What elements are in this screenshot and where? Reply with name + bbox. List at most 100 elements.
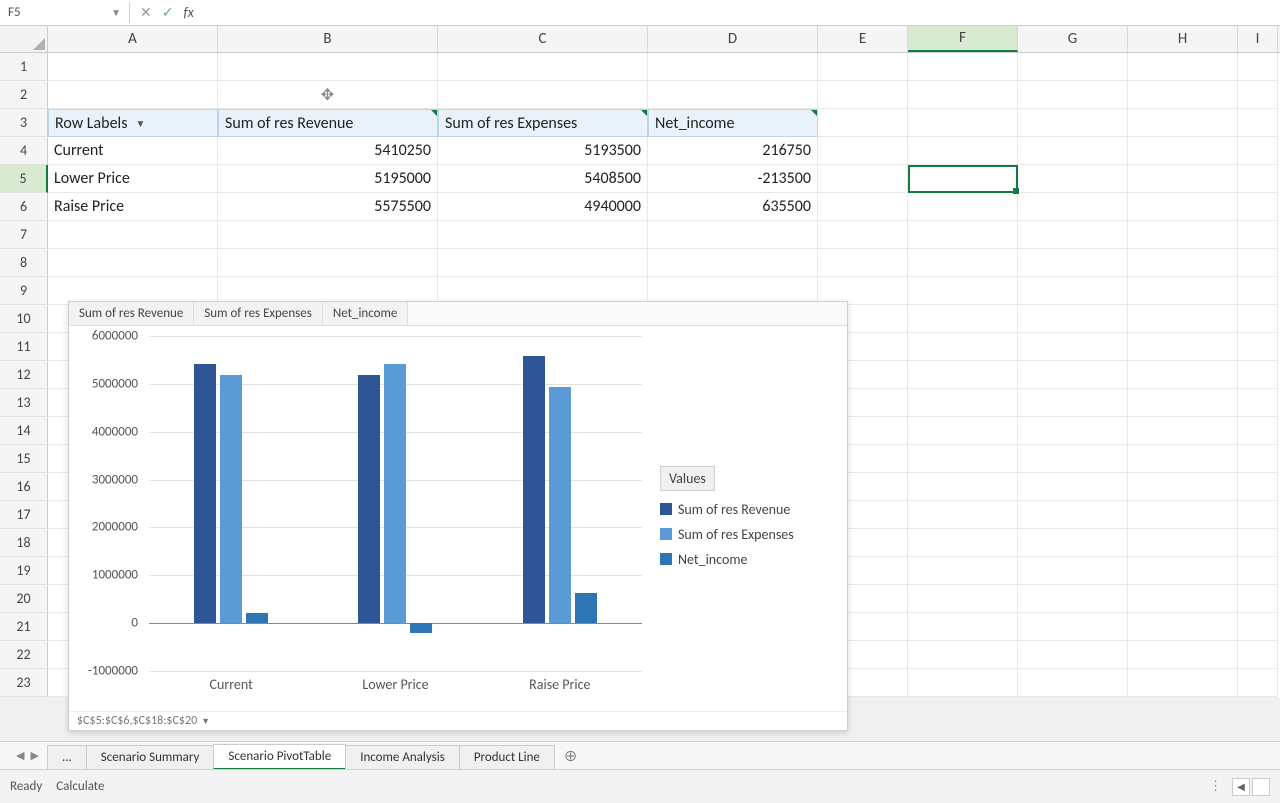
cell[interactable] (438, 53, 648, 81)
cell[interactable] (1128, 585, 1238, 613)
add-sheet-icon[interactable]: ⊕ (554, 746, 587, 766)
row-header[interactable]: 1 (0, 53, 48, 81)
cell[interactable] (818, 109, 908, 137)
cell[interactable] (818, 193, 908, 221)
cell[interactable] (1128, 249, 1238, 277)
pivot-value[interactable]: 5408500 (438, 165, 648, 193)
cell[interactable] (908, 53, 1018, 81)
pivot-value[interactable]: 216750 (648, 137, 818, 165)
cell[interactable] (908, 109, 1018, 137)
cell[interactable] (1018, 333, 1128, 361)
cell[interactable] (1238, 137, 1278, 165)
status-calculate[interactable]: Calculate (56, 779, 104, 794)
cell[interactable] (1018, 445, 1128, 473)
row-header[interactable]: 8 (0, 249, 48, 277)
pivot-value[interactable]: 5575500 (218, 193, 438, 221)
cell[interactable] (818, 249, 908, 277)
row-header[interactable]: 23 (0, 669, 48, 697)
pivot-value[interactable]: 4940000 (438, 193, 648, 221)
cell[interactable] (1128, 445, 1238, 473)
bar[interactable] (194, 364, 216, 623)
pivot-row-label[interactable]: Lower Price (48, 165, 218, 193)
bar[interactable] (384, 364, 406, 623)
cell[interactable] (648, 249, 818, 277)
cell[interactable] (908, 669, 1018, 697)
cell[interactable] (1128, 669, 1238, 697)
cell[interactable] (1238, 221, 1278, 249)
cell[interactable] (48, 221, 218, 249)
cell[interactable] (908, 613, 1018, 641)
cell[interactable] (1018, 501, 1128, 529)
cell[interactable] (438, 81, 648, 109)
cell[interactable] (1238, 641, 1278, 669)
legend-item[interactable]: Net_income (660, 547, 839, 572)
cell[interactable] (1018, 165, 1128, 193)
cell[interactable] (648, 53, 818, 81)
cell[interactable] (908, 221, 1018, 249)
cell[interactable] (1238, 333, 1278, 361)
cell[interactable]: ✥ (218, 81, 438, 109)
cell[interactable] (1238, 193, 1278, 221)
bar[interactable] (523, 356, 545, 623)
row-header[interactable]: 22 (0, 641, 48, 669)
pivot-row-labels-header[interactable]: Row Labels ▼ (48, 109, 218, 137)
row-header[interactable]: 18 (0, 529, 48, 557)
cell[interactable] (1018, 473, 1128, 501)
sheet-tab[interactable]: Income Analysis (345, 745, 460, 769)
bar[interactable] (410, 623, 432, 633)
chart-field-button[interactable]: Sum of res Expenses (194, 302, 323, 325)
cell[interactable] (818, 165, 908, 193)
cell[interactable] (908, 417, 1018, 445)
chevron-down-icon[interactable]: ▼ (135, 117, 145, 130)
pivot-row-label[interactable]: Raise Price (48, 193, 218, 221)
cell[interactable] (908, 361, 1018, 389)
cell[interactable] (908, 585, 1018, 613)
cell[interactable] (1128, 613, 1238, 641)
cell[interactable] (1128, 333, 1238, 361)
col-header-H[interactable]: H (1128, 26, 1238, 52)
bar[interactable] (246, 613, 268, 623)
row-header[interactable]: 11 (0, 333, 48, 361)
scroll-left-icon[interactable]: ◀ (1232, 778, 1250, 796)
pivot-col-header[interactable]: Sum of res Revenue (218, 109, 438, 137)
cell[interactable] (908, 529, 1018, 557)
cell[interactable] (1018, 669, 1128, 697)
cell[interactable] (648, 81, 818, 109)
bar[interactable] (549, 387, 571, 623)
pivot-value[interactable]: 5195000 (218, 165, 438, 193)
cell[interactable] (908, 473, 1018, 501)
cell[interactable] (1238, 417, 1278, 445)
pivot-value[interactable]: 5410250 (218, 137, 438, 165)
cell[interactable] (1238, 81, 1278, 109)
cell[interactable] (1128, 81, 1238, 109)
legend-item[interactable]: Sum of res Expenses (660, 522, 839, 547)
pivot-value[interactable]: 635500 (648, 193, 818, 221)
row-header[interactable]: 14 (0, 417, 48, 445)
cell[interactable] (908, 445, 1018, 473)
cell[interactable] (1128, 501, 1238, 529)
cell[interactable] (1238, 109, 1278, 137)
cell[interactable] (1238, 585, 1278, 613)
cell[interactable] (908, 277, 1018, 305)
row-header[interactable]: 12 (0, 361, 48, 389)
cell[interactable] (1128, 361, 1238, 389)
cell[interactable] (1238, 305, 1278, 333)
plot-area[interactable]: 6000000 5000000 4000000 3000000 2000000 … (69, 326, 652, 711)
cell[interactable] (908, 501, 1018, 529)
chart-axis-field-button[interactable]: $C$5:$C$6,$C$18:$C$20 ▼ (69, 711, 847, 730)
col-header-I[interactable]: I (1238, 26, 1278, 52)
cell[interactable] (1128, 641, 1238, 669)
col-header-E[interactable]: E (818, 26, 908, 52)
pivot-col-header[interactable]: Net_income (648, 109, 818, 137)
sheet-tab[interactable]: ... (47, 745, 87, 769)
row-header[interactable]: 6 (0, 193, 48, 221)
pivot-value[interactable]: 5193500 (438, 137, 648, 165)
cell[interactable] (1238, 669, 1278, 697)
chevron-down-icon[interactable]: ▼ (111, 6, 121, 19)
cell[interactable] (1018, 557, 1128, 585)
cell[interactable] (1018, 137, 1128, 165)
cell[interactable] (1238, 361, 1278, 389)
cell[interactable] (908, 193, 1018, 221)
pivot-value[interactable]: -213500 (648, 165, 818, 193)
cell[interactable] (1238, 501, 1278, 529)
